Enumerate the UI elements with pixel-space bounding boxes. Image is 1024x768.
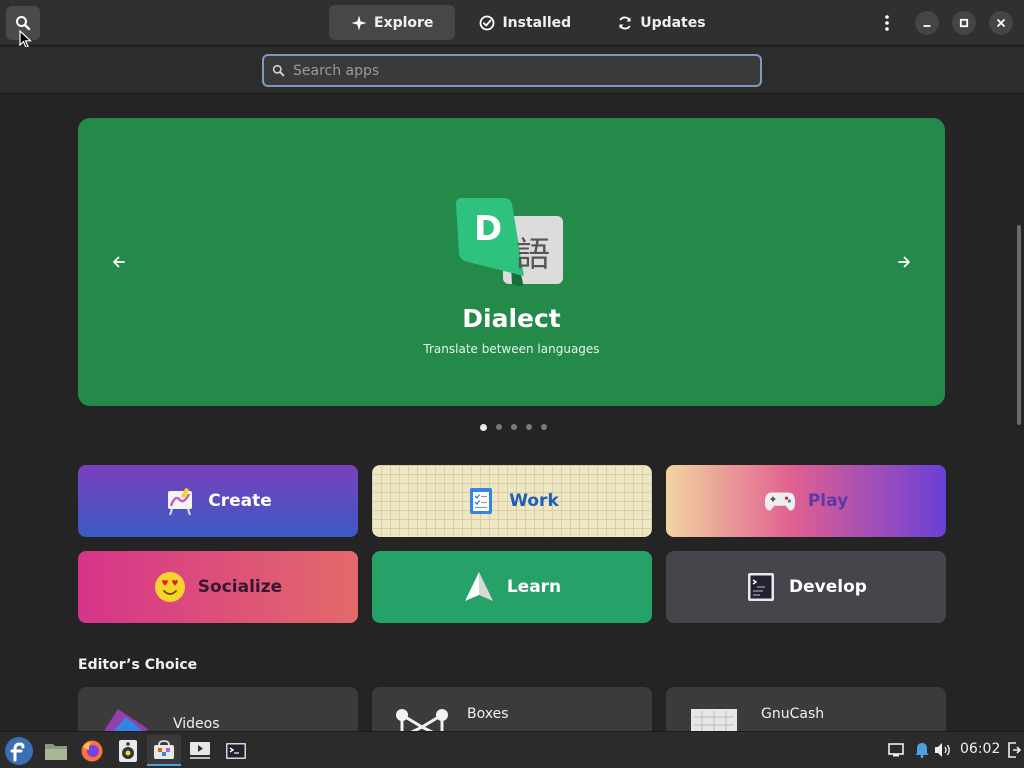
tab-installed[interactable]: Installed (457, 5, 593, 40)
app-card-videos[interactable]: Videos (78, 687, 358, 731)
arrow-right-icon (898, 256, 910, 268)
header-bar: Explore Installed Updates (0, 0, 1024, 49)
carousel-dot[interactable] (526, 424, 532, 430)
tab-updates[interactable]: Updates (595, 5, 727, 40)
featured-app-subtitle: Translate between languages (423, 342, 600, 356)
carousel-dot[interactable] (496, 424, 502, 430)
close-icon (996, 18, 1006, 28)
main-menu-button[interactable] (874, 9, 900, 37)
menu-kebab-icon (885, 15, 889, 31)
app-card-videos-name: Videos (173, 716, 220, 731)
category-socialize-label: Socialize (197, 577, 283, 597)
content-scrollbar[interactable] (1017, 225, 1021, 425)
category-learn-tile[interactable]: Learn (372, 551, 652, 623)
tab-explore-label: Explore (374, 14, 434, 31)
app-card-gnucash-name: GnuCash (761, 706, 825, 722)
carousel-indicator (480, 423, 547, 431)
carousel-dot[interactable] (480, 423, 487, 431)
dialect-app-icon: D 語 (456, 198, 563, 286)
carousel-next-button[interactable] (892, 250, 916, 274)
carousel-previous-button[interactable] (107, 250, 131, 274)
explore-page: D 語 Dialect Translate between languages … (0, 95, 1024, 731)
taskbar: 06:02 (0, 731, 1024, 768)
carousel-dot[interactable] (541, 424, 547, 430)
minimize-button[interactable] (915, 11, 939, 35)
close-button[interactable] (989, 11, 1013, 35)
volume-icon (935, 743, 950, 757)
play-gamepad-icon (764, 485, 796, 517)
network-icon (888, 743, 904, 757)
taskbar-terminal[interactable] (219, 735, 253, 766)
files-icon (45, 743, 67, 760)
view-switcher: Explore Installed Updates (329, 5, 728, 40)
develop-terminal-icon (745, 571, 777, 603)
taskbar-software[interactable] (147, 735, 181, 766)
tab-installed-label: Installed (502, 14, 572, 31)
learn-paper-plane-icon (463, 571, 495, 603)
category-learn-label: Learn (506, 577, 562, 597)
category-socialize-tile[interactable]: Socialize (78, 551, 358, 623)
app-card-boxes[interactable]: Boxes (372, 687, 652, 731)
rhythmbox-icon (119, 739, 137, 762)
taskbar-files[interactable] (39, 735, 73, 766)
search-entry[interactable] (262, 54, 762, 87)
taskbar-firefox[interactable] (75, 735, 109, 766)
maximize-icon (959, 18, 969, 28)
app-card-boxes-name: Boxes (467, 706, 509, 722)
installed-check-icon (480, 15, 495, 30)
app-card-gnucash[interactable]: GnuCash (666, 687, 946, 731)
category-create-tile[interactable]: Create (78, 465, 358, 537)
svg-text:D: D (474, 209, 502, 249)
category-play-label: Play (807, 491, 849, 511)
boxes-app-icon (396, 709, 448, 731)
tray-logout[interactable] (1005, 741, 1023, 759)
search-input[interactable] (293, 62, 760, 79)
category-develop-tile[interactable]: Develop (666, 551, 946, 623)
gnucash-app-icon (691, 709, 737, 731)
firefox-icon (81, 740, 103, 761)
tray-notifications[interactable] (913, 741, 931, 759)
logout-icon (1008, 742, 1021, 758)
category-create-label: Create (208, 491, 272, 511)
software-icon (154, 739, 174, 759)
videos-app-icon (104, 709, 148, 731)
fedora-logo-icon (5, 736, 33, 765)
work-clipboard-icon (465, 485, 497, 517)
tray-volume[interactable] (934, 741, 952, 759)
updates-refresh-icon (619, 16, 632, 29)
tab-explore[interactable]: Explore (329, 5, 456, 40)
start-menu-button[interactable] (2, 735, 36, 766)
socialize-emoji-icon (154, 571, 186, 603)
search-bar (0, 47, 1024, 94)
svg-text:語: 語 (516, 235, 550, 275)
tray-network[interactable] (887, 741, 905, 759)
taskbar-video-player[interactable] (183, 735, 217, 766)
taskbar-clock[interactable]: 06:02 (960, 741, 1000, 757)
terminal-icon (226, 742, 246, 759)
explore-icon (351, 15, 367, 30)
tab-updates-label: Updates (640, 14, 706, 31)
maximize-button[interactable] (952, 11, 976, 35)
editors-choice-heading: Editor’s Choice (78, 657, 198, 673)
category-work-tile[interactable]: Work (372, 465, 652, 537)
search-icon (16, 16, 31, 31)
category-develop-label: Develop (789, 577, 867, 597)
minimize-icon (923, 25, 931, 27)
arrow-left-icon (113, 256, 125, 268)
create-easel-icon (164, 485, 196, 517)
notification-bell-icon (915, 743, 929, 758)
video-player-icon (190, 741, 210, 759)
search-entry-icon (272, 64, 285, 77)
category-play-tile[interactable]: Play (666, 465, 946, 537)
featured-carousel-card[interactable]: D 語 Dialect Translate between languages (78, 118, 945, 406)
carousel-dot[interactable] (511, 424, 517, 430)
category-work-label: Work (509, 491, 559, 511)
featured-app-title: Dialect (462, 304, 561, 333)
taskbar-rhythmbox[interactable] (111, 735, 145, 766)
